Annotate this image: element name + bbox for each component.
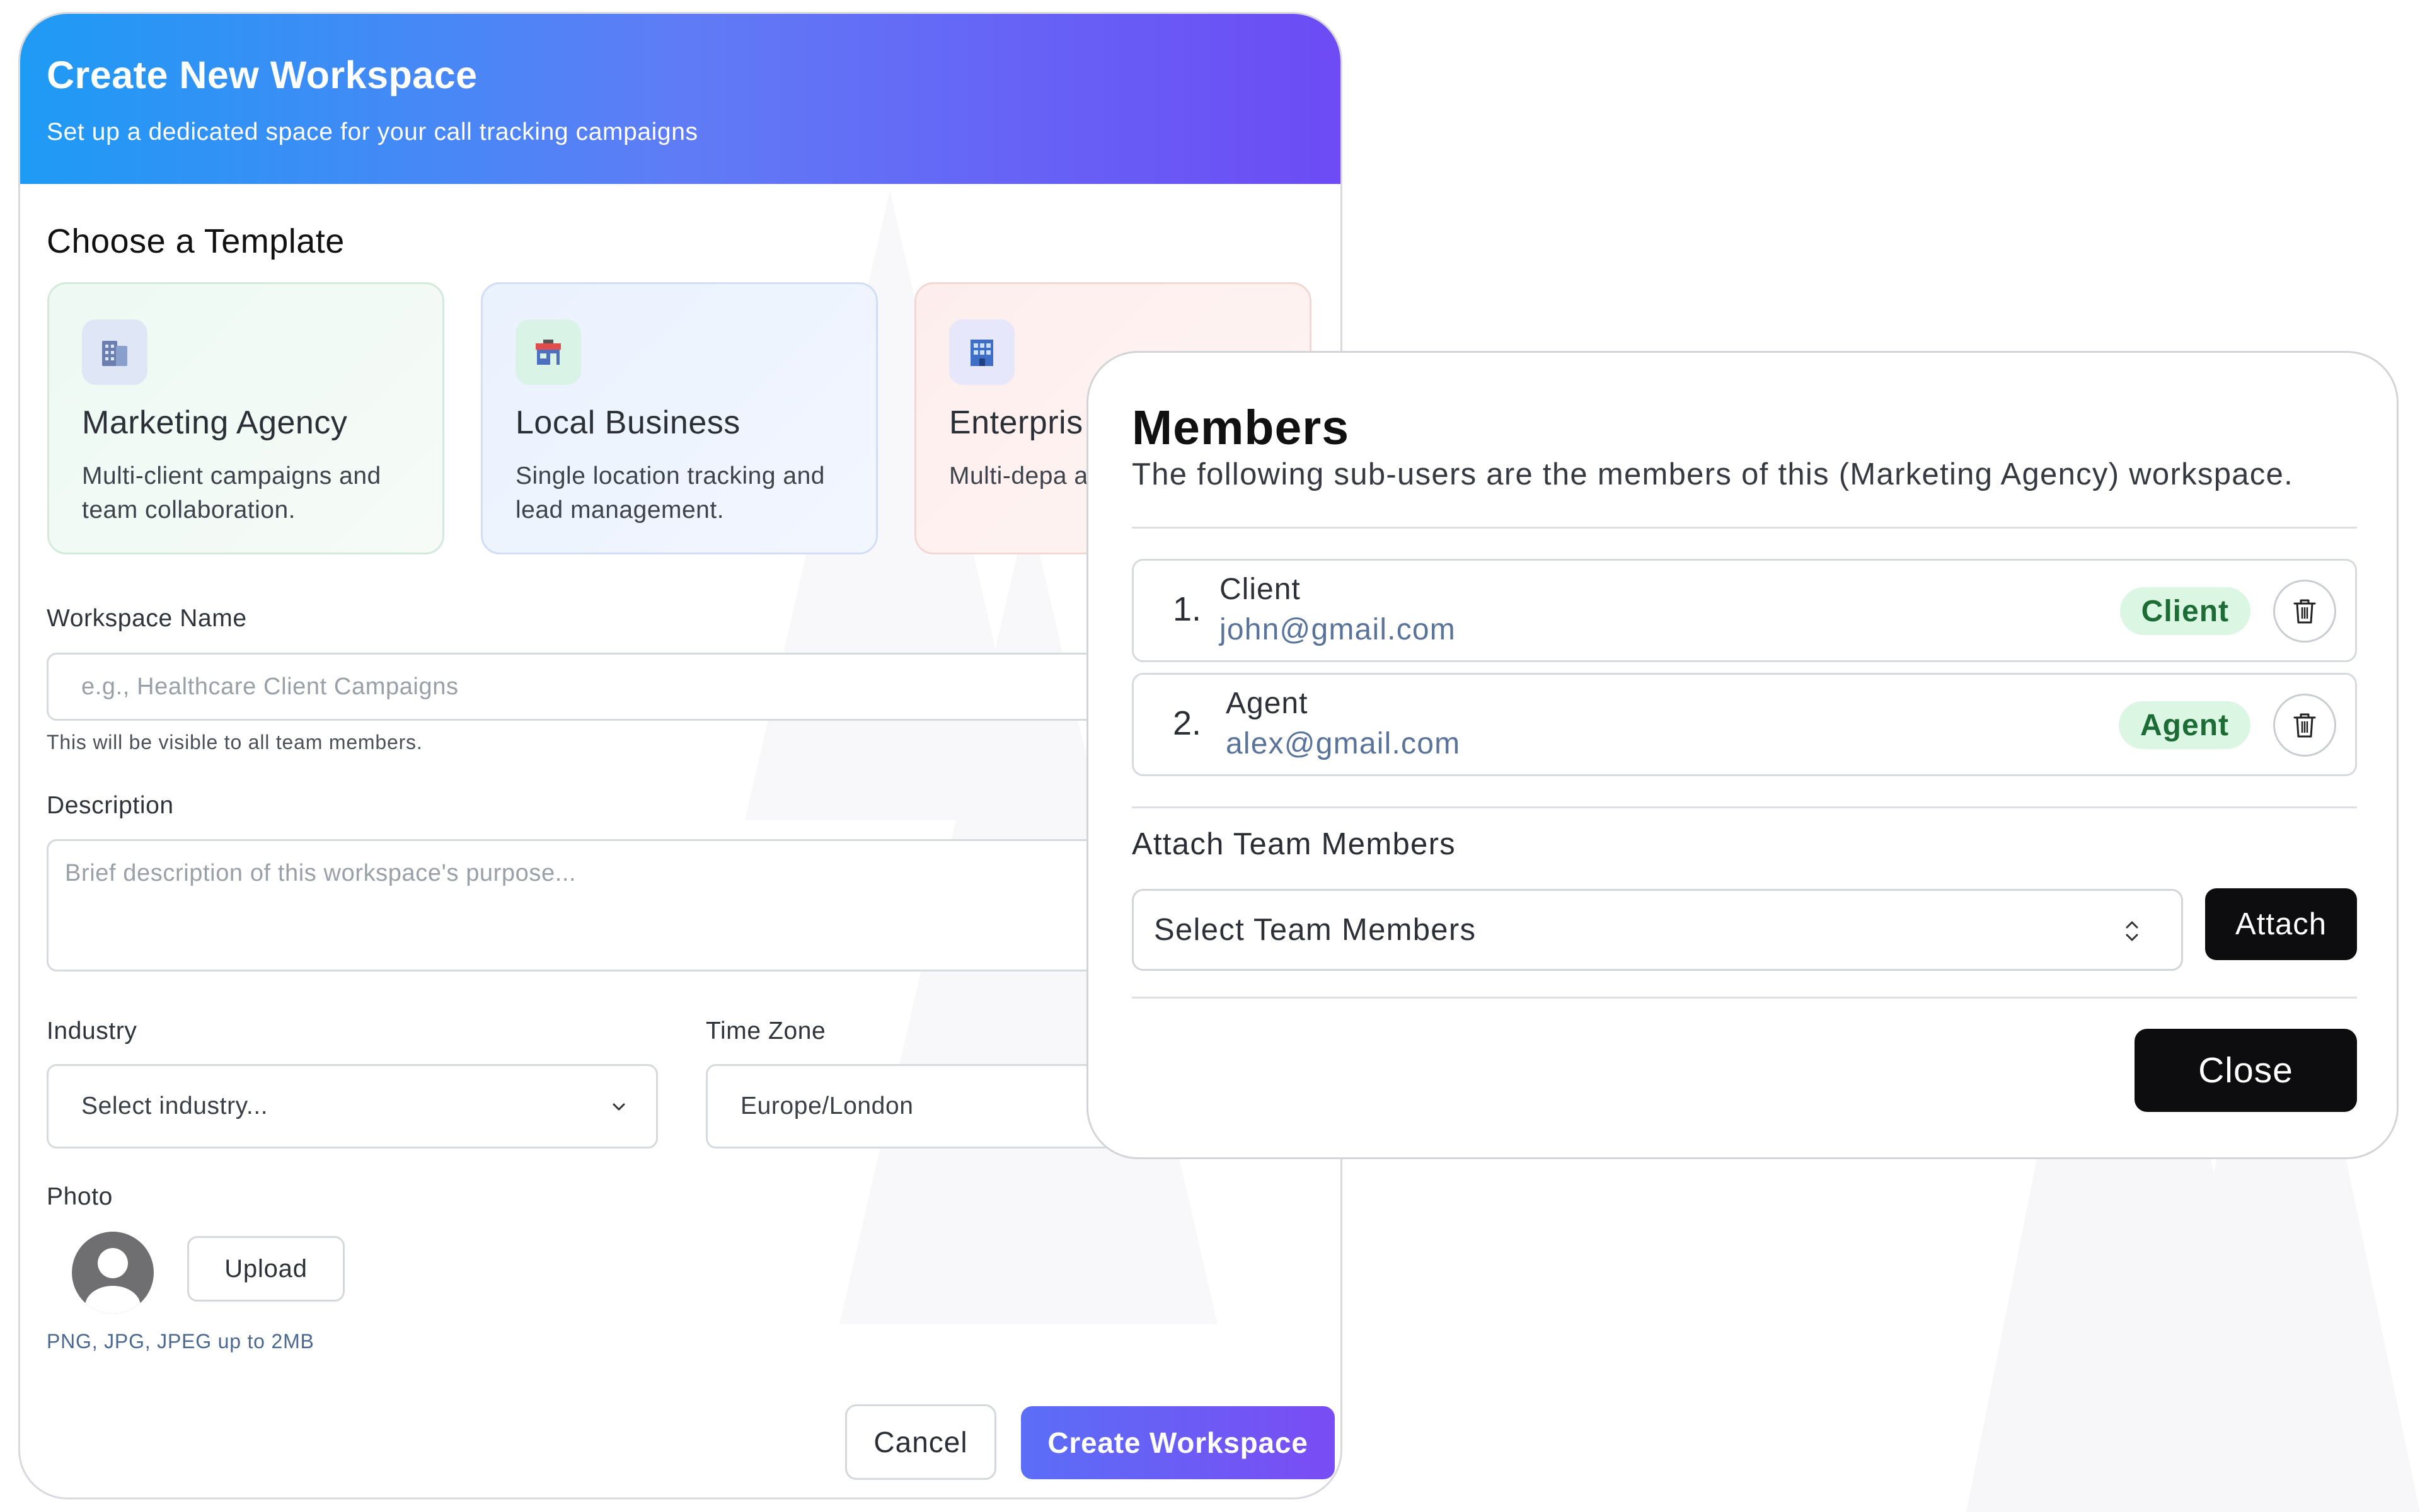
dialog-header: Create New Workspace Set up a dedicated … xyxy=(20,14,1340,184)
industry-select-value: Select industry... xyxy=(81,1092,268,1120)
create-workspace-button[interactable]: Create Workspace xyxy=(1021,1406,1335,1479)
template-card-local-business[interactable]: Local Business Single location tracking … xyxy=(481,282,878,554)
photo-helper: PNG, JPG, JPEG up to 2MB xyxy=(47,1330,314,1353)
workspace-name-label: Workspace Name xyxy=(47,605,247,632)
template-description: Single location tracking and lead manage… xyxy=(516,462,825,524)
modal-description: The following sub-users are the members … xyxy=(1132,457,2294,491)
enterprise-building-icon xyxy=(949,319,1015,385)
cancel-button[interactable]: Cancel xyxy=(845,1404,996,1480)
delete-member-button[interactable] xyxy=(2273,694,2336,757)
chevron-down-icon xyxy=(613,1103,625,1111)
template-name: Enterpris xyxy=(949,404,1083,441)
members-modal: Members The following sub-users are the … xyxy=(1086,351,2399,1159)
divider xyxy=(1132,806,2357,808)
photo-label: Photo xyxy=(47,1183,113,1210)
avatar-placeholder-icon xyxy=(72,1232,154,1314)
industry-select[interactable]: Select industry... xyxy=(47,1064,658,1148)
workspace-name-helper: This will be visible to all team members… xyxy=(47,731,423,753)
chevron-up-down-icon xyxy=(2126,921,2138,941)
divider xyxy=(1132,527,2357,529)
storefront-icon xyxy=(516,319,581,385)
template-name: Marketing Agency xyxy=(82,404,348,441)
delete-member-button[interactable] xyxy=(2273,580,2336,643)
description-label: Description xyxy=(47,792,174,819)
time-zone-select-value: Europe/London xyxy=(740,1092,914,1120)
template-name: Local Business xyxy=(516,404,740,441)
close-button[interactable]: Close xyxy=(2135,1029,2357,1112)
member-row: 2. Agent alex@gmail.com Agent xyxy=(1132,673,2357,776)
dialog-title: Create New Workspace xyxy=(47,54,478,96)
member-name: Agent xyxy=(1226,687,1308,720)
member-index: 2. xyxy=(1173,704,1202,742)
modal-title: Members xyxy=(1132,401,1350,455)
dialog-subtitle: Set up a dedicated space for your call t… xyxy=(47,118,698,146)
trash-icon xyxy=(2293,599,2316,624)
member-email: john@gmail.com xyxy=(1219,613,1456,646)
attach-team-members-label: Attach Team Members xyxy=(1132,827,1456,861)
team-members-select[interactable]: Select Team Members xyxy=(1132,889,2183,971)
template-description: Multi-client campaigns and team collabor… xyxy=(82,462,381,524)
template-card-marketing-agency[interactable]: Marketing Agency Multi-client campaigns … xyxy=(47,282,444,554)
divider xyxy=(1132,997,2357,999)
member-row: 1. Client john@gmail.com Client xyxy=(1132,559,2357,662)
role-badge: Client xyxy=(2119,587,2250,635)
member-name: Client xyxy=(1219,573,1301,606)
trash-icon xyxy=(2293,713,2316,738)
member-email: alex@gmail.com xyxy=(1226,727,1461,760)
attach-button[interactable]: Attach xyxy=(2205,888,2357,960)
time-zone-label: Time Zone xyxy=(706,1017,826,1045)
templates-heading: Choose a Template xyxy=(47,222,345,260)
role-badge: Agent xyxy=(2119,701,2250,749)
upload-button[interactable]: Upload xyxy=(187,1236,345,1302)
member-index: 1. xyxy=(1173,590,1202,628)
office-building-icon xyxy=(82,319,147,385)
team-members-select-value: Select Team Members xyxy=(1154,913,1477,947)
industry-label: Industry xyxy=(47,1017,137,1045)
